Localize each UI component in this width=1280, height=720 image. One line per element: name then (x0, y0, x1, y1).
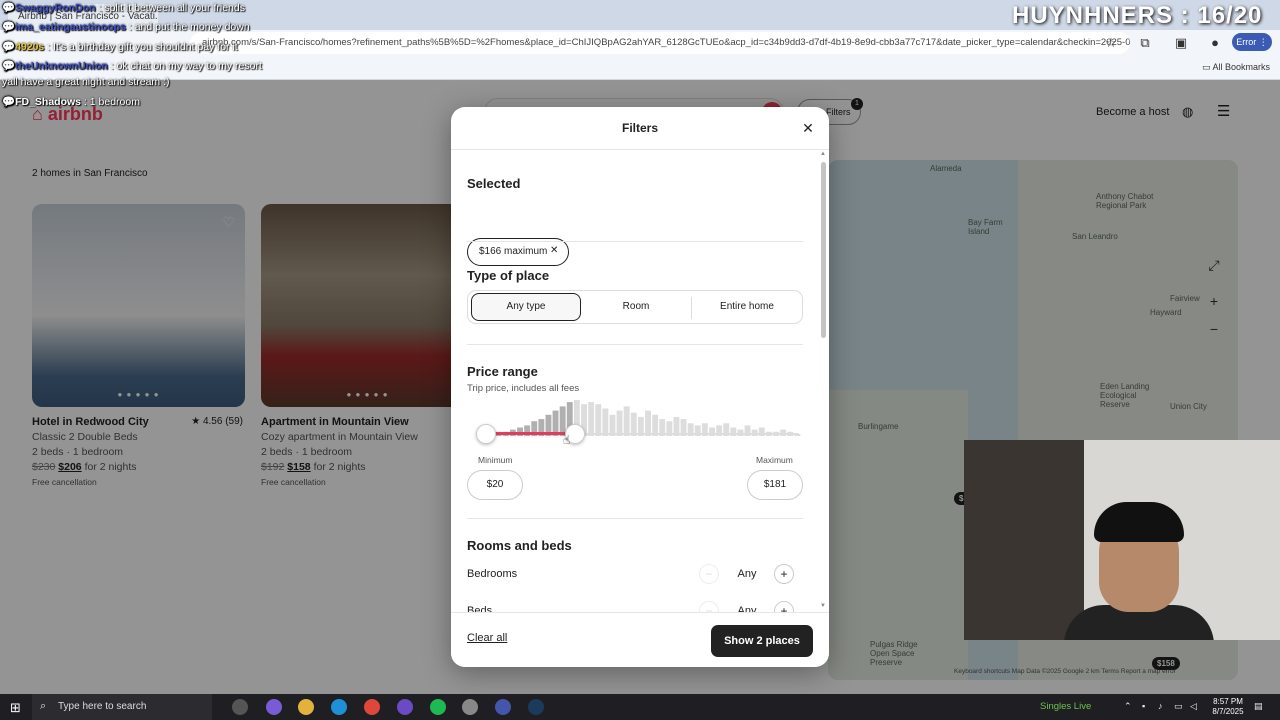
chat-user: theUnknownUnion (15, 60, 108, 72)
volume-icon[interactable]: ◁ (1190, 701, 1197, 712)
bedrooms-decrement-button[interactable]: − (699, 564, 719, 584)
network-icon[interactable]: ▭ (1174, 701, 1183, 712)
steam-icon[interactable] (528, 699, 544, 715)
app-icon[interactable] (462, 699, 478, 715)
avatar-icon[interactable]: ● (1206, 34, 1224, 52)
chat-text: : and put the money down (128, 21, 250, 33)
star-icon[interactable]: ☆ (1102, 34, 1120, 52)
histogram-bar (602, 408, 609, 436)
modal-header: Filters ✕ (451, 107, 829, 150)
chat-text: : ok chat on my way to my resort (110, 60, 262, 72)
chat-message: 💬SwaggyRonDon : split it between all you… (2, 2, 246, 14)
spotify-icon[interactable] (430, 699, 446, 715)
error-label: Error (1236, 37, 1257, 47)
filters-modal: Filters ✕ Selected $166 maximum ✕ Type o… (451, 107, 829, 667)
extensions-icon[interactable]: ⧉ (1136, 34, 1154, 52)
minimum-label: Minimum (478, 455, 513, 465)
max-price-input[interactable]: $181 (747, 470, 803, 500)
chat-text: : It's a birthday gift you shouldnt pay … (47, 41, 238, 53)
chat-text: : split it between all your friends (98, 2, 246, 14)
profile-switch-icon[interactable]: ▣ (1172, 34, 1190, 52)
min-price-handle[interactable] (476, 424, 496, 444)
taskbar-search[interactable]: Type here to search (32, 694, 212, 720)
remove-chip-icon[interactable]: ✕ (550, 245, 558, 256)
histogram-bar (588, 402, 595, 436)
chat-message: 💬theUnknownUnion : ok chat on my way to … (2, 60, 262, 72)
chat-user: ima_eatingaustinoops (15, 21, 126, 33)
modal-footer: Clear all Show 2 places (451, 612, 829, 667)
maximum-label: Maximum (756, 455, 793, 465)
notification-icon[interactable]: ▤ (1254, 701, 1263, 712)
chrome-icon[interactable] (364, 699, 380, 715)
copilot-icon[interactable] (266, 699, 282, 715)
tray-chevron-icon[interactable]: ⌃ (1124, 701, 1132, 712)
divider (467, 344, 803, 345)
error-button[interactable]: Error ⋮ (1232, 33, 1272, 51)
chat-message: 💬ima_eatingaustinoops : and put the mone… (2, 21, 250, 33)
price-histogram (481, 400, 801, 436)
divider (467, 518, 803, 519)
type-of-place-selector: Any type Room Entire home (467, 290, 803, 324)
tray-icon[interactable]: ▪ (1142, 701, 1145, 711)
stream-counter: HUYNHNERS : 16/20 (1012, 2, 1263, 29)
clear-all-button[interactable]: Clear all (467, 632, 507, 644)
chat-user: 4920s (15, 41, 45, 53)
all-bookmarks[interactable]: ▭ All Bookmarks (1202, 62, 1270, 73)
url-bar[interactable]: airbnb.com/s/San-Francisco/homes?refinem… (190, 32, 1130, 54)
price-heading: Price range (467, 364, 538, 379)
mouse-cursor-icon: ☝ (563, 433, 571, 447)
chat-text: : 1 bedroom (83, 96, 140, 108)
obs-icon[interactable] (397, 699, 413, 715)
webcam-overlay (964, 440, 1280, 640)
webcam-person (1094, 502, 1184, 542)
modal-title: Filters (621, 121, 658, 135)
min-price-input[interactable]: $20 (467, 470, 523, 500)
clock-date: 8/7/2025 (1212, 707, 1244, 716)
chip-label: $166 maximum (479, 246, 548, 257)
type-option-any[interactable]: Any type (471, 293, 581, 321)
windows-start-icon[interactable]: ⊞ (10, 700, 21, 716)
type-heading: Type of place (467, 268, 550, 283)
chat-text: yall have a great night and stream :) (2, 76, 170, 88)
search-icon: ⌕ (40, 700, 47, 712)
bookmarks-label: All Bookmarks (1212, 62, 1270, 72)
chat-message: yall have a great night and stream :) (2, 76, 170, 88)
windows-taskbar: ⊞ Type here to search ⌕ Singles Live ⌃ ▪… (0, 694, 1280, 720)
selected-filter-chip[interactable]: $166 maximum ✕ (467, 238, 569, 266)
task-view-icon[interactable] (232, 699, 248, 715)
selected-heading: Selected (467, 176, 521, 191)
scroll-up-arrow[interactable]: ▲ (819, 151, 827, 157)
taskbar-widget[interactable]: Singles Live (1040, 701, 1091, 712)
show-places-button[interactable]: Show 2 places (711, 625, 813, 657)
chat-message: 💬FD_Shadows : 1 bedroom (2, 96, 140, 108)
bedrooms-label: Bedrooms (467, 568, 518, 580)
divider (467, 241, 803, 242)
chat-message: 💬4920s : It's a birthday gift you should… (2, 41, 238, 53)
close-icon[interactable]: ✕ (800, 120, 816, 136)
bedrooms-increment-button[interactable]: + (774, 564, 794, 584)
microphone-icon[interactable]: ♪ (1158, 701, 1163, 711)
edge-icon[interactable] (331, 699, 347, 715)
modal-scrollbar[interactable] (821, 162, 826, 338)
histogram-bar (623, 406, 630, 436)
chat-user: FD_Shadows (15, 96, 82, 108)
type-option-entire-home[interactable]: Entire home (692, 291, 802, 323)
chat-user: SwaggyRonDon (15, 2, 96, 14)
type-option-room[interactable]: Room (581, 291, 691, 323)
price-subtitle: Trip price, includes all fees (467, 383, 580, 394)
clock-time: 8:57 PM (1213, 697, 1243, 706)
scroll-down-arrow[interactable]: ▼ (819, 603, 827, 609)
app-icon[interactable] (495, 699, 511, 715)
rooms-heading: Rooms and beds (467, 538, 572, 553)
bedrooms-value: Any (737, 568, 757, 580)
taskbar-clock[interactable]: 8:57 PM 8/7/2025 (1204, 697, 1252, 717)
file-explorer-icon[interactable] (298, 699, 314, 715)
histogram-bar (595, 404, 602, 436)
